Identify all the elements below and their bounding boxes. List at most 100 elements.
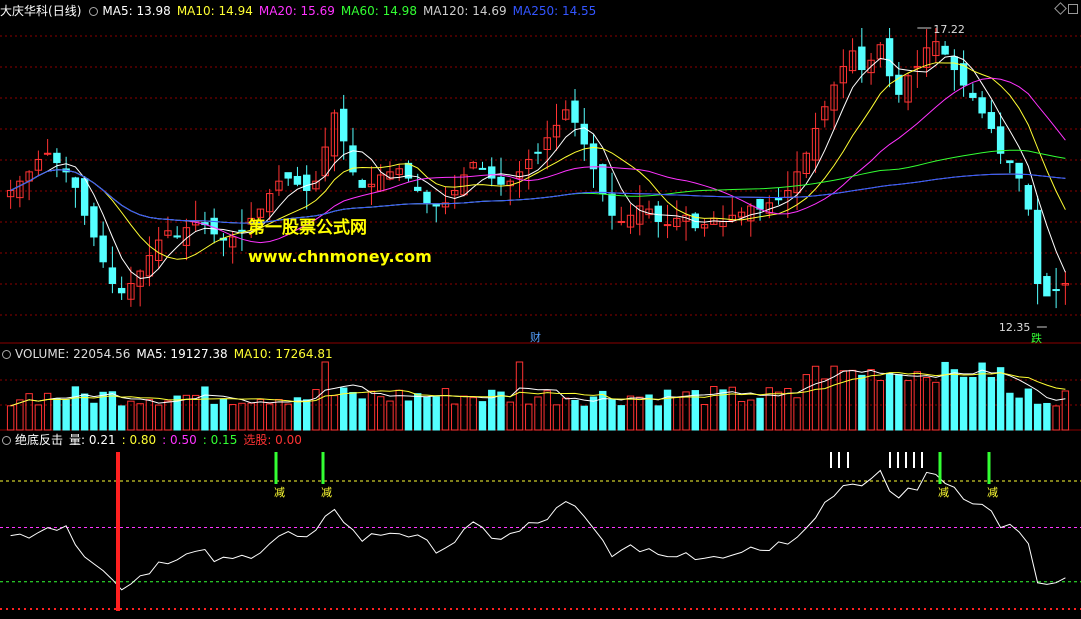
candle-body [358,179,366,188]
volume-bar [62,399,70,431]
volume-bar [367,390,376,431]
volume-bar [432,396,440,431]
volume-bar [191,394,200,431]
candle-body [284,172,292,179]
volume-bar [959,376,968,431]
candle-body [978,97,986,114]
candle-body [599,164,607,195]
volume-settings-icon[interactable] [2,350,11,359]
indicator-param-4: 选股: 0.00 [243,433,302,447]
volume-bar [469,397,477,431]
candle-body [108,267,117,284]
volume-bar [330,395,339,431]
candle-body [580,123,588,145]
volume-bar [589,396,598,431]
volume-bar [293,397,302,431]
settings-circle-icon[interactable] [89,7,99,16]
volume-bar [1033,403,1042,431]
low-price-label: 12.35 [999,321,1031,334]
volume-bar [737,401,746,431]
watermark-url: www.chnmoney.com [248,247,432,266]
main-chart-header: 大庆华科(日线) MA5: 13.98 MA10: 14.94 MA20: 15.69… [0,3,608,19]
volume-bar [219,398,228,431]
candle-body [1015,162,1023,179]
indicator-header: 绝底反击 量: 0.21: 0.80: 0.50: 0.15 选股: 0.00 [0,432,314,448]
volume-bar [34,404,43,431]
volume-bar [127,400,135,431]
volume-bar [543,390,551,431]
volume-bar [599,390,607,431]
volume-bar [802,374,811,431]
volume-bar [1052,405,1060,431]
high-price-label: 17.22 [933,23,965,36]
watermark-title: 第一股票公式网 [248,218,367,238]
indicator-settings-icon[interactable] [2,436,11,445]
volume-bar [478,401,487,431]
candle-body [80,178,89,216]
volume-bar [793,397,801,431]
volume-bar [867,369,875,431]
volume-bar [969,376,977,431]
volume-bar [395,389,403,431]
candle-body [654,205,662,222]
candle-body [941,45,949,55]
candle-body [608,193,616,216]
candle-body [238,229,246,232]
candle-body [414,186,422,191]
candle-body [571,100,579,123]
volume-legend-item-1: MA5: 19127.38 [136,347,228,361]
candle-body [478,167,487,170]
volume-bar [515,361,524,431]
volume-bar [404,400,413,431]
ma-legend-item-3: MA60: 14.98 [340,4,417,18]
ma-legend-item-1: MA10: 14.94 [176,4,253,18]
candle-body [663,224,672,227]
volume-bar [525,403,533,431]
volume-bar [663,389,672,431]
candle-body [756,198,764,210]
volume-bar [1061,390,1070,431]
volume-bar [978,362,986,431]
indicator-legend: 量: 0.21: 0.80: 0.50: 0.15 选股: 0.00 [69,433,308,447]
expand-icon[interactable] [1068,4,1078,14]
volume-bar [358,398,366,431]
volume-bar [700,403,709,431]
candle-body [969,92,977,98]
volume-bar [349,391,357,431]
volume-bar [460,395,468,431]
stock-name[interactable]: 大庆华科 [0,4,48,18]
volume-bar [90,402,98,431]
volume-bar [16,399,24,431]
volume-bar [756,397,764,431]
volume-bar [451,403,459,431]
volume-bar [275,399,283,431]
volume-bar [497,391,505,431]
candle-body [43,152,52,155]
ma-legend-item-5: MA250: 14.55 [512,4,597,18]
ma-legend-item-2: MA20: 15.69 [258,4,335,18]
volume-bar [774,391,783,431]
volume-bar [386,400,394,431]
volume-bar [654,405,662,431]
volume-ma5-line [10,369,1066,407]
indicator-name[interactable]: 绝底反击 [15,433,63,447]
ma120-line [10,169,1066,224]
indicator-line [10,469,1066,591]
candle-body [90,206,98,238]
candle-body [996,126,1005,154]
volume-bar [821,378,829,431]
finance-marker: 财 [530,330,541,344]
candle-body [534,151,542,154]
volume-bar [441,388,450,431]
volume-bar [645,394,653,431]
candle-body [885,38,894,77]
volume-bar [858,374,866,431]
ma-legend-item-4: MA120: 14.69 [422,4,507,18]
volume-bar [265,403,274,431]
volume-legend: VOLUME: 22054.56 MA5: 19127.38 MA10: 17264… [15,347,339,361]
reduce-signal-label: 减 [274,486,285,499]
volume-bar [885,372,894,431]
volume-bar [932,381,940,431]
period-label: (日线) [48,4,82,18]
candle-body [423,191,431,204]
